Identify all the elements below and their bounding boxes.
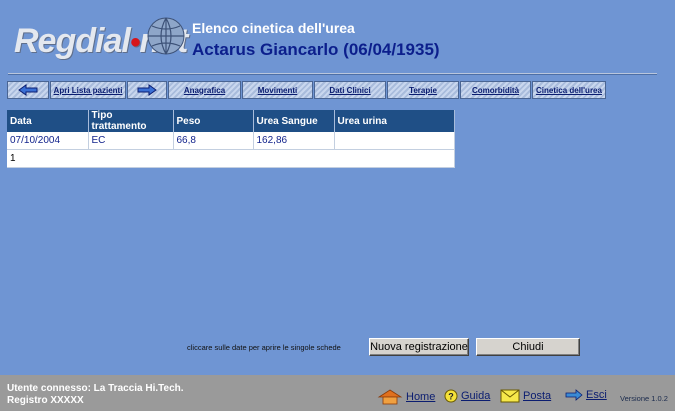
- nav-movimenti[interactable]: Movimenti: [242, 81, 313, 99]
- cell-tipo-trattamento: EC: [88, 132, 174, 150]
- column-header-peso[interactable]: Peso: [173, 110, 254, 132]
- connected-user: Utente connesso: La Traccia Hi.Tech.: [7, 383, 184, 394]
- forward-button[interactable]: [127, 81, 167, 99]
- cell-urea-sangue: 162,86: [253, 132, 335, 150]
- mail-icon: [500, 389, 520, 403]
- exit-arrow-icon: [565, 389, 583, 401]
- home-link[interactable]: Home: [377, 389, 435, 405]
- footer-bar: Utente connesso: La Traccia Hi.Tech. Reg…: [0, 375, 675, 411]
- cell-peso: 66,8: [173, 132, 254, 150]
- page-title: Elenco cinetica dell'urea: [192, 20, 355, 36]
- nav-apri-lista-pazienti[interactable]: Apri Lista pazienti: [50, 81, 126, 99]
- arrow-left-icon: [18, 84, 38, 96]
- nav-terapie[interactable]: Terapie: [387, 81, 459, 99]
- pagination-row: 1: [7, 149, 455, 168]
- cell-data[interactable]: 07/10/2004: [7, 132, 89, 150]
- patient-name: Actarus Giancarlo (06/04/1935): [192, 40, 440, 59]
- nav-dati-clinici[interactable]: Dati Clinici: [314, 81, 386, 99]
- close-button[interactable]: Chiudi: [476, 338, 580, 356]
- column-header-urea-sangue[interactable]: Urea Sangue: [253, 110, 335, 132]
- column-header-urea-urina[interactable]: Urea urina: [334, 110, 455, 132]
- mail-link[interactable]: Posta: [500, 389, 551, 403]
- back-button[interactable]: [7, 81, 49, 99]
- page-number-link[interactable]: 1: [7, 149, 455, 168]
- header-divider: [8, 73, 657, 75]
- instruction-hint: cliccare sulle date per aprire le singol…: [187, 343, 341, 352]
- registry-label: Registro XXXXX: [7, 395, 84, 406]
- help-link[interactable]: ? Guida: [444, 389, 490, 403]
- column-header-data[interactable]: Data: [7, 110, 89, 132]
- regdial-logo: Regdial•net: [14, 14, 188, 64]
- nav-anagrafica[interactable]: Anagrafica: [168, 81, 241, 99]
- nav-comorbidita[interactable]: Comorbidità: [460, 81, 531, 99]
- cell-urea-urina: [334, 132, 455, 150]
- svg-text:?: ?: [448, 392, 454, 402]
- column-header-tipo-trattamento[interactable]: Tipo trattamento: [88, 110, 174, 132]
- home-icon: [377, 389, 403, 405]
- globe-icon: [147, 17, 185, 55]
- urea-kinetics-table: Data Tipo trattamento Peso Urea Sangue U…: [7, 110, 455, 168]
- table-row[interactable]: 07/10/2004 EC 66,8 162,86: [7, 132, 455, 150]
- version-label: Versione 1.0.2: [620, 394, 668, 403]
- nav-cinetica-urea[interactable]: Cinetica dell'urea: [532, 81, 606, 99]
- help-icon: ?: [444, 389, 458, 403]
- new-registration-button[interactable]: Nuova registrazione: [369, 338, 469, 356]
- nav-toolbar: Apri Lista pazienti Anagrafica Movimenti…: [7, 81, 607, 101]
- exit-link[interactable]: Esci: [565, 389, 607, 401]
- arrow-right-icon: [137, 84, 157, 96]
- logo-text: Regdial: [14, 22, 131, 60]
- table-header-row: Data Tipo trattamento Peso Urea Sangue U…: [7, 110, 455, 132]
